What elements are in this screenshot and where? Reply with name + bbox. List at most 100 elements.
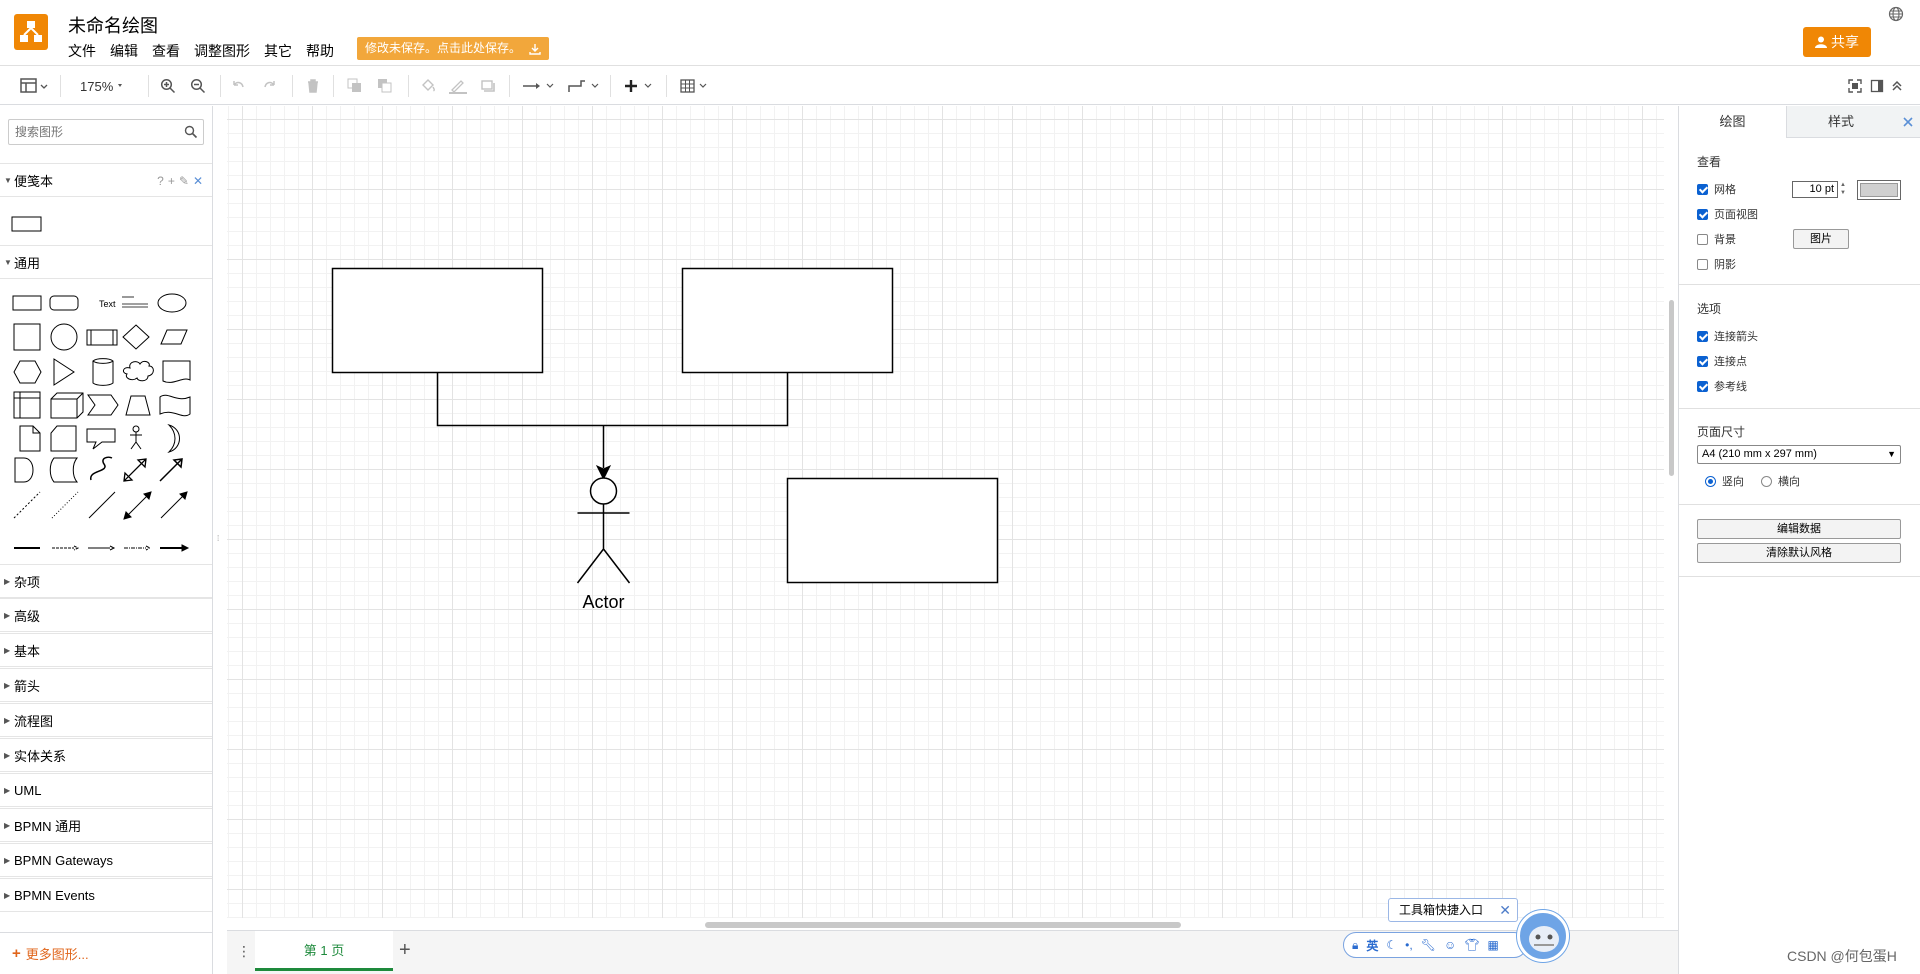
search-icon[interactable] <box>184 125 198 139</box>
shape-delay[interactable] <box>14 457 34 483</box>
close-icon[interactable]: ✕ <box>193 174 203 188</box>
grid-apps-icon[interactable]: ▦ <box>1487 938 1498 952</box>
shape-tape[interactable] <box>159 394 191 417</box>
section-flowchart[interactable]: ▶ 流程图 <box>0 703 212 737</box>
background-image-button[interactable]: 图片 <box>1793 229 1849 249</box>
shape-search-input[interactable] <box>9 120 179 144</box>
fullscreen-button[interactable] <box>1848 76 1862 96</box>
shape-card[interactable] <box>50 425 77 452</box>
undo-button[interactable] <box>230 76 246 96</box>
shape-rectangle[interactable] <box>11 216 42 232</box>
shape-line[interactable] <box>88 491 116 519</box>
shape-data-storage[interactable] <box>49 457 79 483</box>
document-title[interactable]: 未命名绘图 <box>68 12 158 38</box>
connection-points-option[interactable]: 连接点 <box>1697 353 1747 369</box>
shape-circle[interactable] <box>50 323 78 351</box>
grid-checkbox[interactable] <box>1697 183 1708 195</box>
shadow-button[interactable] <box>480 76 496 96</box>
grid-color-picker[interactable] <box>1857 180 1901 200</box>
grid-option[interactable]: 网格 <box>1697 181 1736 197</box>
shape-internal-storage[interactable] <box>13 391 41 419</box>
shape-dotted-line[interactable] <box>51 491 79 519</box>
shape-directional-connector[interactable] <box>160 491 188 519</box>
section-scratchpad[interactable]: ▼ 便笺本 ? + ✎ ✕ <box>0 163 212 197</box>
section-entity-relation[interactable]: ▶ 实体关系 <box>0 738 212 772</box>
share-button[interactable]: 共享 <box>1803 27 1871 57</box>
shape-square[interactable] <box>13 323 41 351</box>
shape-parallelogram[interactable] <box>160 329 188 345</box>
shape-bidirectional-arrow[interactable] <box>123 458 147 482</box>
section-advanced[interactable]: ▶ 高级 <box>0 598 212 632</box>
shape-triangle[interactable] <box>53 358 75 386</box>
shadow-option[interactable]: 阴影 <box>1697 256 1736 272</box>
menu-arrange[interactable]: 调整图形 <box>187 42 257 60</box>
delete-button[interactable] <box>305 76 321 96</box>
view-panels-button[interactable] <box>20 76 48 96</box>
section-bpmn-events[interactable]: ▶ BPMN Events <box>0 878 212 912</box>
ime-language-toggle[interactable]: 英 <box>1366 937 1378 954</box>
unsaved-changes-button[interactable]: 修改未保存。点击此处保存。 <box>357 37 550 60</box>
shape-cube[interactable] <box>50 392 84 419</box>
shape-dashed-line[interactable] <box>13 491 41 519</box>
shape-text[interactable]: Text <box>99 299 116 309</box>
wrench-icon[interactable]: 🔧︎ <box>1421 938 1436 952</box>
add-page-button[interactable]: + <box>399 939 411 962</box>
redo-button[interactable] <box>262 76 278 96</box>
shape-hexagon[interactable] <box>13 360 42 384</box>
zoom-in-button[interactable] <box>160 76 176 96</box>
shape-actor-head[interactable] <box>132 425 140 433</box>
shape-curve[interactable] <box>90 456 113 481</box>
background-checkbox[interactable] <box>1697 233 1708 245</box>
table-dropdown[interactable] <box>680 76 714 96</box>
page-view-option[interactable]: 页面视图 <box>1697 206 1758 222</box>
actor-head[interactable] <box>589 477 618 505</box>
guides-checkbox[interactable] <box>1697 380 1708 392</box>
background-option[interactable]: 背景 <box>1697 231 1736 247</box>
insert-dropdown[interactable] <box>623 76 657 96</box>
app-logo[interactable] <box>14 14 48 50</box>
tab-diagram[interactable]: 绘图 <box>1679 106 1787 138</box>
format-panel-toggle[interactable] <box>1870 76 1884 96</box>
more-shapes-button[interactable]: + 更多图形... <box>0 932 212 974</box>
connection-arrows-checkbox[interactable] <box>1697 330 1708 342</box>
menu-help[interactable]: 帮助 <box>299 42 341 60</box>
shape-step[interactable] <box>87 394 119 416</box>
to-front-button[interactable] <box>347 76 363 96</box>
section-general[interactable]: ▼ 通用 <box>0 245 212 279</box>
shape-cloud[interactable] <box>122 360 154 382</box>
waypoints-dropdown[interactable] <box>567 76 601 96</box>
connection-points-checkbox[interactable] <box>1697 355 1708 367</box>
portrait-option[interactable]: 竖向 <box>1705 473 1744 489</box>
punctuation-icon[interactable]: •, <box>1405 938 1413 952</box>
rectangle-shape-1[interactable] <box>331 267 544 374</box>
line-color-button[interactable] <box>449 76 467 96</box>
section-arrows[interactable]: ▶ 箭头 <box>0 668 212 702</box>
add-icon[interactable]: + <box>168 174 175 188</box>
tab-page-1[interactable]: 第 1 页 <box>255 931 393 971</box>
connector-edge[interactable] <box>436 372 789 427</box>
shape-cylinder[interactable] <box>92 358 114 386</box>
moon-icon[interactable]: ☾ <box>1386 938 1397 952</box>
collapse-header-button[interactable] <box>1890 76 1904 96</box>
section-bpmn-gateways[interactable]: ▶ BPMN Gateways <box>0 843 212 877</box>
shadow-checkbox[interactable] <box>1697 258 1708 270</box>
sidebar-resize-handle[interactable]: ⁞ <box>217 534 219 543</box>
landscape-option[interactable]: 横向 <box>1761 473 1800 489</box>
page-menu-icon[interactable]: ⋮ <box>237 943 251 960</box>
page-size-select[interactable]: A4 (210 mm x 297 mm) ▼ <box>1697 445 1901 464</box>
menu-extras[interactable]: 其它 <box>257 42 299 60</box>
emoji-icon[interactable]: ☺ <box>1444 938 1456 952</box>
section-basic[interactable]: ▶ 基本 <box>0 633 212 667</box>
help-icon[interactable]: ? <box>157 174 164 188</box>
clear-default-style-button[interactable]: 清除默认风格 <box>1697 543 1901 563</box>
section-misc[interactable]: ▶ 杂项 <box>0 564 212 598</box>
menu-edit[interactable]: 编辑 <box>103 42 145 60</box>
page-view-checkbox[interactable] <box>1697 208 1708 220</box>
shape-link-dashdot[interactable] <box>124 545 152 551</box>
grid-size-spinner[interactable]: ▲ ▼ <box>1838 181 1848 198</box>
zoom-level-dropdown[interactable]: 175% <box>80 76 127 96</box>
shape-bidirectional-connector[interactable] <box>123 491 152 520</box>
shape-callout[interactable] <box>86 428 116 450</box>
shape-arrow[interactable] <box>159 458 183 482</box>
shape-rounded-rectangle[interactable] <box>49 295 79 311</box>
